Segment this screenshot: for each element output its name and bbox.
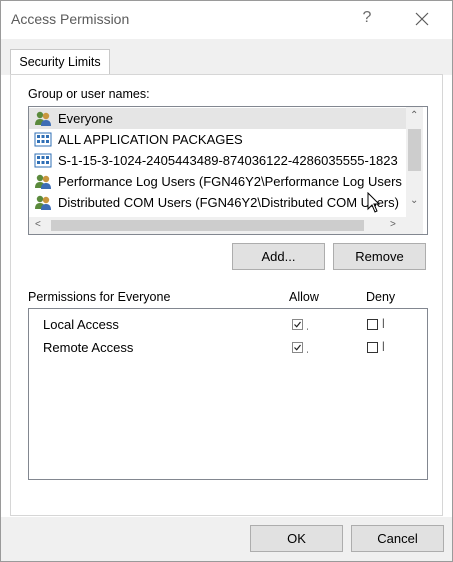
list-item[interactable]: ALL APPLICATION PACKAGES: [29, 129, 407, 150]
app-packages-icon: [34, 132, 52, 147]
tab-security-limits[interactable]: Security Limits: [10, 49, 110, 75]
deny-marker: |: [382, 318, 385, 329]
cancel-button[interactable]: Cancel: [351, 525, 444, 552]
vertical-scrollbar[interactable]: ⌃ ⌄: [406, 107, 423, 217]
deny-checkbox[interactable]: [367, 342, 378, 353]
list-item-label: Everyone: [58, 111, 113, 126]
allow-marker: ˌ: [306, 320, 310, 331]
allow-checkbox[interactable]: [292, 342, 303, 353]
group-names-listbox[interactable]: Everyone ALL APPLICATION PACKAGES S-1-15-3…: [28, 106, 428, 235]
list-item[interactable]: Distributed COM Users (FGN46Y2\Distribut…: [29, 192, 407, 213]
permission-row-label: Local Access: [43, 317, 119, 332]
allow-checkbox[interactable]: [292, 319, 303, 330]
access-permission-dialog: Access Permission ? Security Limits Grou…: [0, 0, 453, 562]
horizontal-scroll-thumb[interactable]: [51, 220, 364, 231]
list-item-label: ALL APPLICATION PACKAGES: [58, 132, 243, 147]
deny-column-header: Deny: [366, 290, 396, 304]
deny-marker: |: [382, 341, 385, 352]
allow-marker: ˌ: [306, 343, 310, 354]
list-item-label: Performance Log Users (FGN46Y2\Performan…: [58, 174, 402, 189]
deny-checkbox[interactable]: [367, 319, 378, 330]
users-group-icon: [35, 195, 51, 210]
remove-button[interactable]: Remove: [333, 243, 426, 270]
add-button[interactable]: Add...: [232, 243, 325, 270]
scroll-down-icon[interactable]: ⌄: [410, 195, 418, 206]
close-icon: [415, 12, 429, 26]
ok-button[interactable]: OK: [250, 525, 343, 552]
window-title: Access Permission: [11, 11, 130, 27]
users-group-icon: [35, 174, 51, 189]
scroll-right-icon[interactable]: >: [390, 219, 396, 230]
dialog-button-bar: OK Cancel: [1, 517, 452, 561]
horizontal-scrollbar[interactable]: < >: [29, 217, 406, 234]
allow-column-header: Allow: [289, 290, 319, 304]
scroll-left-icon[interactable]: <: [35, 219, 41, 230]
help-button[interactable]: ?: [359, 9, 375, 27]
permission-row-label: Remote Access: [43, 340, 134, 355]
permissions-label: Permissions for Everyone: [28, 290, 171, 304]
scrollbar-corner: [406, 217, 423, 234]
scroll-up-icon[interactable]: ⌃: [410, 110, 418, 121]
group-names-label: Group or user names:: [28, 87, 150, 101]
list-item-label: S-1-15-3-1024-2405443489-874036122-42860…: [58, 153, 398, 168]
title-bar[interactable]: Access Permission ?: [1, 1, 452, 39]
permissions-list: Local Access ˌ | Remote Access ˌ |: [28, 308, 428, 480]
vertical-scroll-thumb[interactable]: [408, 129, 421, 171]
app-packages-icon: [34, 153, 52, 168]
mouse-pointer-icon: [367, 192, 381, 213]
users-group-icon: [35, 111, 51, 126]
list-item[interactable]: Everyone: [29, 108, 407, 129]
list-item[interactable]: S-1-15-3-1024-2405443489-874036122-42860…: [29, 150, 407, 171]
close-button[interactable]: [408, 7, 436, 33]
list-item[interactable]: Performance Log Users (FGN46Y2\Performan…: [29, 171, 407, 192]
tab-strip: Security Limits: [1, 39, 452, 75]
list-item-label: Distributed COM Users (FGN46Y2\Distribut…: [58, 195, 399, 210]
